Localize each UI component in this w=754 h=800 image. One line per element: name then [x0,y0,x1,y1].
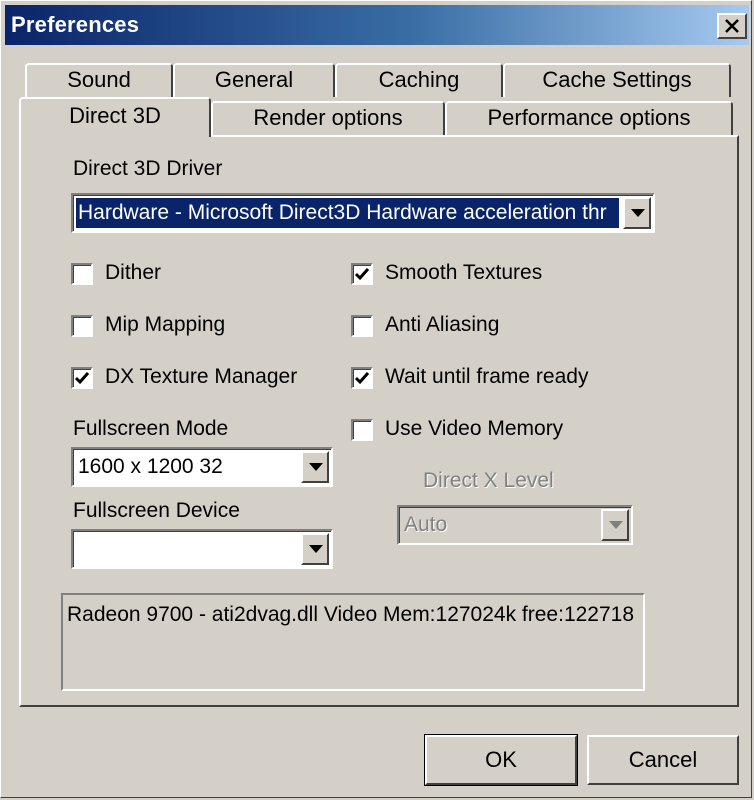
cancel-button[interactable]: Cancel [587,735,739,785]
direct-3d-driver-value: Hardware - Microsoft Direct3D Hardware a… [76,198,619,228]
tab-render-options[interactable]: Render options [211,101,445,135]
dither-label: Dither [105,261,162,284]
fullscreen-device-value [76,534,297,564]
tab-caching[interactable]: Caching [335,63,503,97]
title-bar[interactable]: Preferences [5,5,749,45]
directx-level-dropdown-button [601,509,629,541]
checkmark-icon [74,372,90,385]
directx-level-select: Auto [397,505,633,545]
tab-direct-3d[interactable]: Direct 3D [19,97,211,137]
ok-button-label: OK [485,747,517,772]
device-info-box: Radeon 9700 - ati2dvag.dll Video Mem:127… [61,593,645,691]
tab-caching-label: Caching [378,67,460,92]
dither-checkbox[interactable] [71,263,93,285]
fullscreen-device-label: Fullscreen Device [73,499,240,522]
dx-texture-manager-checkbox[interactable] [71,367,93,389]
directx-level-label: Direct X Level [423,469,554,492]
window-title: Preferences [11,12,140,37]
close-button[interactable] [717,13,747,39]
tab-general[interactable]: General [173,63,335,97]
tab-cache-settings-label: Cache Settings [542,67,692,92]
checkmark-icon [354,372,370,385]
fullscreen-mode-label: Fullscreen Mode [73,417,229,440]
mip-mapping-checkbox[interactable] [71,315,93,337]
smooth-textures-label: Smooth Textures [385,261,543,284]
chevron-down-icon [309,545,323,553]
tab-render-options-label: Render options [253,105,403,130]
direct-3d-panel: Direct 3D Driver Hardware - Microsoft Di… [19,135,739,707]
smooth-textures-checkbox[interactable] [351,263,373,285]
chevron-down-icon [609,521,623,529]
wait-until-frame-ready-label: Wait until frame ready [385,365,589,388]
tab-sound-label: Sound [67,67,131,92]
ok-button[interactable]: OK [424,734,578,786]
mip-mapping-label: Mip Mapping [105,313,226,336]
device-info-text: Radeon 9700 - ati2dvag.dll Video Mem:127… [67,603,635,626]
tab-direct-3d-label: Direct 3D [69,103,161,128]
direct-3d-driver-select[interactable]: Hardware - Microsoft Direct3D Hardware a… [71,193,655,233]
tab-sound[interactable]: Sound [25,63,173,97]
wait-until-frame-ready-checkbox[interactable] [351,367,373,389]
anti-aliasing-checkbox[interactable] [351,315,373,337]
fullscreen-device-dropdown-button[interactable] [301,533,329,565]
direct-3d-driver-dropdown-button[interactable] [623,197,651,229]
cancel-button-label: Cancel [628,747,698,772]
fullscreen-mode-dropdown-button[interactable] [301,451,329,483]
tab-general-label: General [214,67,294,92]
anti-aliasing-label: Anti Aliasing [385,313,500,336]
close-icon [725,19,739,33]
fullscreen-mode-value: 1600 x 1200 32 [78,455,223,478]
use-video-memory-label: Use Video Memory [385,417,564,440]
checkmark-icon [354,268,370,281]
fullscreen-device-select[interactable] [71,529,333,569]
use-video-memory-checkbox[interactable] [351,419,373,441]
tab-performance-options-label: Performance options [487,105,691,130]
directx-level-value: Auto [404,513,448,536]
chevron-down-icon [309,463,323,471]
tab-cache-settings[interactable]: Cache Settings [503,63,731,97]
fullscreen-mode-select[interactable]: 1600 x 1200 32 [71,447,333,487]
preferences-dialog: Preferences Sound General Caching Cache … [0,0,752,798]
tab-performance-options[interactable]: Performance options [445,101,733,135]
dx-texture-manager-label: DX Texture Manager [105,365,298,388]
direct-3d-driver-label: Direct 3D Driver [73,157,223,180]
chevron-down-icon [631,209,645,217]
